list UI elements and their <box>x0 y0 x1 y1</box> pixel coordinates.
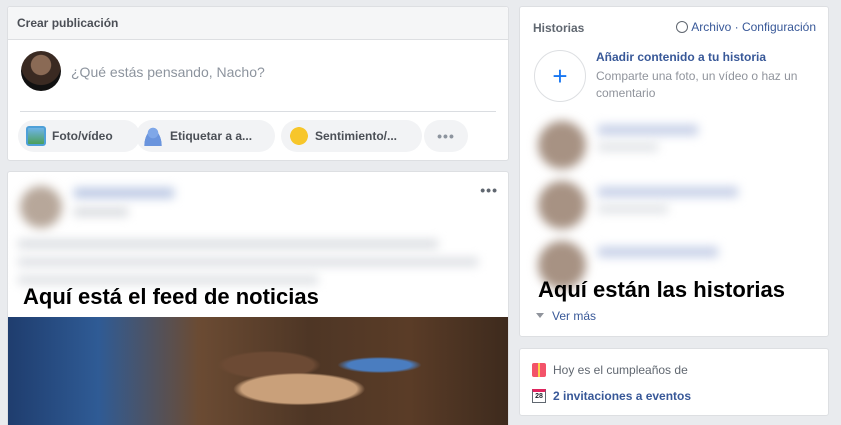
stories-title: Historias <box>533 21 585 35</box>
story-name <box>598 125 698 135</box>
calendar-icon: 28 <box>532 389 546 403</box>
news-feed-post: ••• Aquí está el feed de noticias <box>7 171 509 425</box>
user-avatar[interactable] <box>21 51 61 91</box>
add-story-title[interactable]: Añadir contenido a tu historia <box>596 50 766 64</box>
feeling-icon <box>289 126 309 146</box>
stories-links: Archivo · Configuración <box>676 20 816 34</box>
tag-friends-button[interactable]: Etiquetar a a... <box>136 120 275 152</box>
events-card: Hoy es el cumpleaños de 28 2 invitacione… <box>519 348 829 416</box>
feeling-button[interactable]: Sentimiento/... <box>281 120 422 152</box>
tag-friends-icon <box>144 126 164 146</box>
story-time <box>598 143 658 151</box>
story-name <box>598 247 718 257</box>
post-text-line <box>18 240 438 248</box>
story-avatar[interactable] <box>538 181 586 229</box>
story-time <box>598 205 668 213</box>
archive-link[interactable]: Archivo <box>691 20 731 34</box>
create-post-title: Crear publicación <box>8 7 508 40</box>
photo-icon <box>26 126 46 146</box>
see-more-label: Ver más <box>552 309 597 323</box>
plus-icon: + <box>552 60 568 91</box>
birthday-text: Hoy es el cumpleaños de <box>553 363 688 377</box>
create-post-card: Crear publicación ¿Qué estás pensando, N… <box>7 6 509 161</box>
gift-icon <box>532 363 546 377</box>
post-author-avatar <box>20 186 62 228</box>
more-options-button[interactable]: ••• <box>424 120 468 152</box>
chevron-down-icon <box>536 313 544 318</box>
stories-card: Historias Archivo · Configuración + Añad… <box>519 6 829 337</box>
clock-icon <box>676 21 689 33</box>
event-invitations-row[interactable]: 28 2 invitaciones a eventos <box>532 389 691 403</box>
story-name <box>598 187 738 197</box>
feed-annotation: Aquí está el feed de noticias <box>23 284 319 309</box>
post-options-button[interactable]: ••• <box>480 182 498 198</box>
settings-link[interactable]: Configuración <box>742 20 816 34</box>
photo-video-button[interactable]: Foto/vídeo <box>18 120 140 152</box>
divider <box>20 111 496 112</box>
add-story-button[interactable]: + <box>534 50 586 102</box>
link-separator: · <box>731 20 742 34</box>
story-avatar[interactable] <box>538 121 586 169</box>
see-more-link[interactable]: Ver más <box>536 309 596 323</box>
stories-annotation: Aquí están las historias <box>538 277 785 302</box>
add-story-subtitle: Comparte una foto, un vídeo o haz un com… <box>596 69 798 100</box>
post-timestamp <box>74 208 128 216</box>
feeling-label: Sentimiento/... <box>315 129 398 143</box>
post-input[interactable]: ¿Qué estás pensando, Nacho? <box>71 64 265 80</box>
post-author-name <box>74 188 174 198</box>
event-invitations-link: 2 invitaciones a eventos <box>553 389 692 403</box>
post-text-line <box>18 258 478 266</box>
post-image[interactable] <box>8 317 508 425</box>
photo-video-label: Foto/vídeo <box>52 129 113 143</box>
post-text-line <box>18 276 318 284</box>
birthday-row[interactable]: Hoy es el cumpleaños de <box>532 363 688 377</box>
tag-friends-label: Etiquetar a a... <box>170 129 253 143</box>
